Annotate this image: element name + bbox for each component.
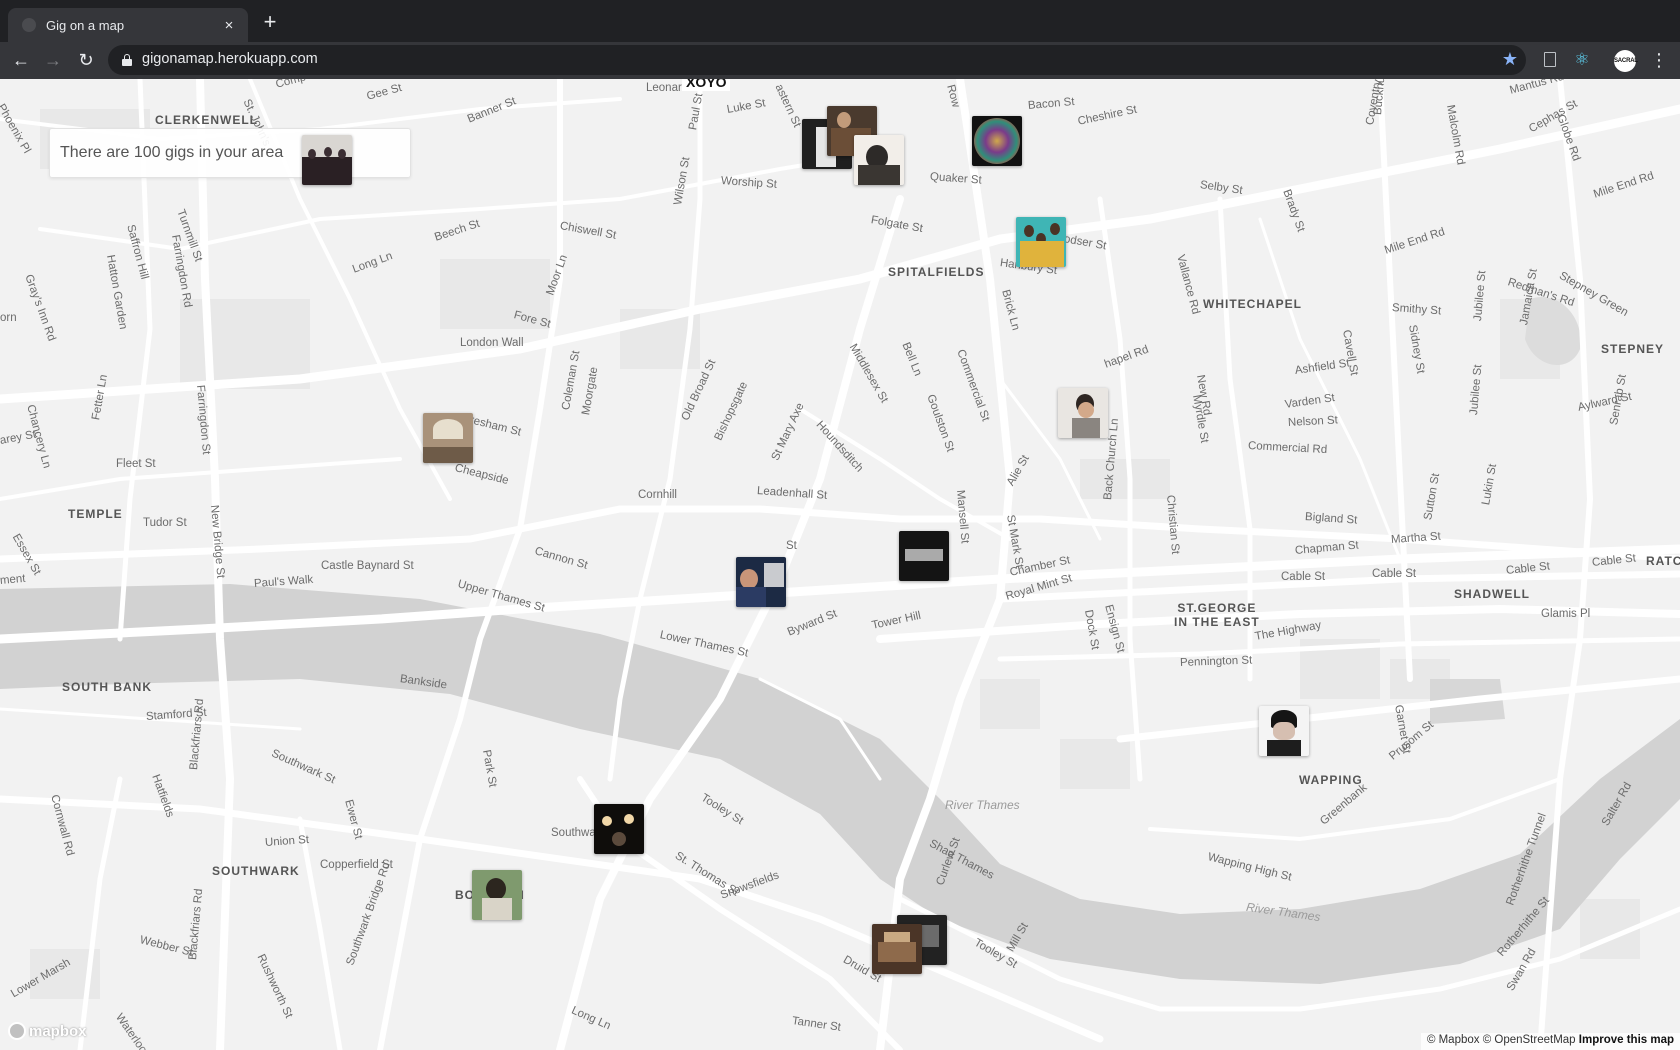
street-label: Glamis Pl bbox=[1541, 608, 1591, 620]
area-label-temple: TEMPLE bbox=[68, 507, 123, 521]
street-label: Cable St bbox=[1281, 571, 1326, 583]
gig-marker[interactable] bbox=[472, 870, 522, 920]
gig-marker[interactable] bbox=[594, 804, 644, 854]
area-label-st-george: ST.GEORGE IN THE EAST bbox=[1174, 601, 1260, 629]
street-label: Fleet St bbox=[116, 458, 156, 470]
gig-marker[interactable] bbox=[423, 413, 473, 463]
street-label: Cable St bbox=[1372, 568, 1417, 580]
area-label-stepney: STEPNEY bbox=[1601, 342, 1665, 356]
page-extension-icon[interactable] bbox=[1539, 49, 1561, 71]
map-attribution: © Mapbox © OpenStreetMap Improve this ma… bbox=[1420, 1033, 1680, 1050]
street-label: orn bbox=[0, 312, 17, 324]
tab-title: Gig on a map bbox=[46, 17, 125, 33]
forward-button[interactable]: → bbox=[41, 48, 65, 72]
area-label-ratcliff: RATC bbox=[1646, 554, 1680, 568]
browser-tab[interactable]: Gig on a map × bbox=[8, 8, 248, 42]
reload-button[interactable]: ↻ bbox=[74, 48, 98, 72]
area-label-southwark: SOUTHWARK bbox=[212, 864, 300, 878]
browser-menu-icon[interactable]: ⋮ bbox=[1650, 50, 1668, 72]
mapbox-logo[interactable]: mapbox bbox=[8, 1021, 87, 1041]
street-label: St bbox=[786, 540, 797, 552]
back-button[interactable]: ← bbox=[9, 48, 33, 72]
gig-marker[interactable] bbox=[1259, 706, 1309, 756]
street-label: Leonar bbox=[646, 82, 682, 94]
map-basemap bbox=[0, 79, 1680, 1050]
venue-label-xoyo[interactable]: XOYO bbox=[682, 79, 731, 91]
gig-count-text: There are 100 gigs in your area bbox=[60, 144, 284, 161]
attribution-text[interactable]: © Mapbox © OpenStreetMap bbox=[1427, 1034, 1576, 1046]
bookmark-star-icon[interactable]: ★ bbox=[1502, 48, 1518, 70]
area-label-wapping: WAPPING bbox=[1299, 773, 1363, 787]
street-label: Pennington St bbox=[1179, 654, 1253, 669]
gig-count-panel: There are 100 gigs in your area bbox=[49, 128, 411, 178]
profile-avatar[interactable]: SACRAL bbox=[1614, 50, 1638, 72]
street-label: London Wall bbox=[460, 337, 524, 349]
street-label: ment bbox=[0, 572, 27, 587]
gig-marker[interactable] bbox=[872, 924, 922, 974]
area-label-clerkenwell: CLERKENWELL bbox=[155, 113, 258, 127]
area-label-st-george-line2: IN THE EAST bbox=[1174, 615, 1260, 629]
improve-map-link[interactable]: Improve this map bbox=[1579, 1034, 1674, 1046]
gig-marker[interactable] bbox=[1016, 217, 1066, 267]
address-bar[interactable]: gigonamap.herokuapp.com ★ bbox=[108, 45, 1526, 75]
street-label: Tudor St bbox=[143, 517, 187, 529]
area-label-spitalfields: SPITALFIELDS bbox=[888, 265, 985, 279]
water-label-thames: River Thames bbox=[945, 798, 1020, 812]
area-label-south-bank: SOUTH BANK bbox=[62, 680, 152, 694]
street-label: Cornhill bbox=[638, 489, 677, 501]
browser-tab-strip: Gig on a map × + bbox=[0, 0, 1680, 42]
browser-toolbar: ← → ↻ gigonamap.herokuapp.com ★ ⚛ SACRAL… bbox=[0, 42, 1680, 79]
gig-marker[interactable] bbox=[1058, 388, 1108, 438]
gig-marker[interactable] bbox=[972, 116, 1022, 166]
new-tab-button[interactable]: + bbox=[258, 11, 282, 35]
map-canvas[interactable]: CLERKENWELL SPITALFIELDS WHITECHAPEL STE… bbox=[0, 79, 1680, 1050]
gig-marker[interactable] bbox=[854, 135, 904, 185]
gig-marker[interactable] bbox=[302, 135, 352, 185]
favicon-icon bbox=[22, 18, 36, 32]
area-label-whitechapel: WHITECHAPEL bbox=[1203, 297, 1302, 311]
area-label-st-george-line1: ST.GEORGE bbox=[1177, 601, 1257, 615]
area-label-shadwell: SHADWELL bbox=[1454, 587, 1530, 601]
gig-marker[interactable] bbox=[899, 531, 949, 581]
react-devtools-icon[interactable]: ⚛ bbox=[1571, 49, 1593, 71]
lock-icon bbox=[122, 54, 132, 66]
url-text[interactable]: gigonamap.herokuapp.com bbox=[142, 51, 318, 67]
gig-marker[interactable] bbox=[736, 557, 786, 607]
close-tab-icon[interactable]: × bbox=[220, 17, 238, 34]
street-label: Castle Baynard St bbox=[321, 560, 414, 572]
mapbox-logo-icon bbox=[8, 1022, 26, 1040]
mapbox-logo-text: mapbox bbox=[29, 1022, 87, 1040]
